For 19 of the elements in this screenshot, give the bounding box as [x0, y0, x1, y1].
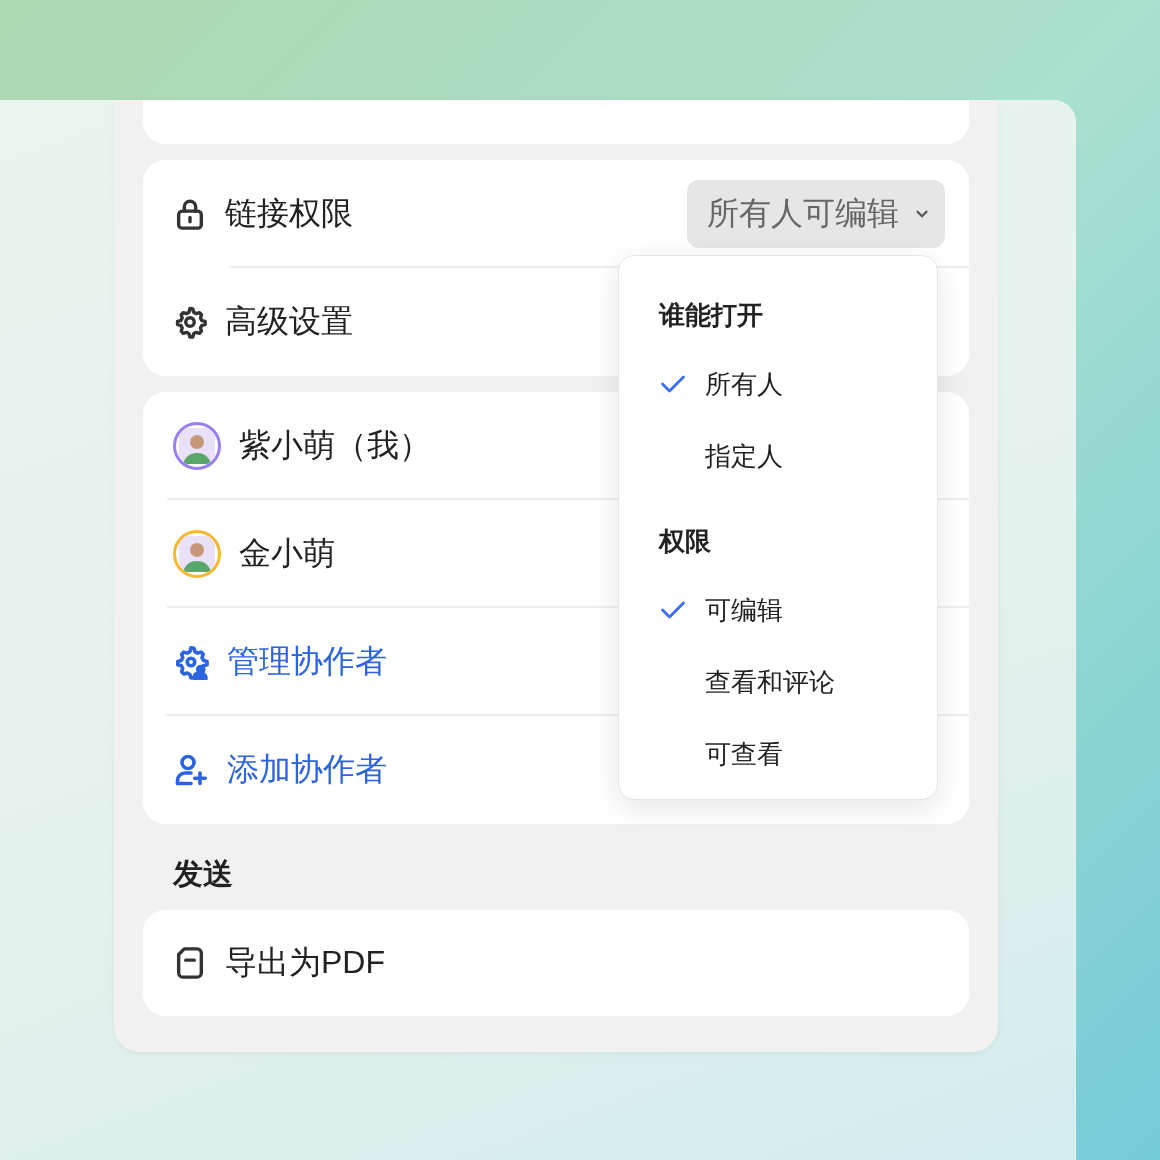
- menu-option[interactable]: 可编辑: [705, 592, 783, 628]
- menu-section-title: 谁能打开: [659, 298, 764, 332]
- collaborator-name: 紫小萌（我）: [239, 426, 431, 465]
- menu-option[interactable]: 可查看: [705, 736, 783, 772]
- row-label: 高级设置: [225, 302, 353, 341]
- section-heading: 发送: [173, 856, 234, 892]
- menu-option[interactable]: 所有人: [705, 366, 783, 402]
- export-option[interactable]: 导出为PDF: [225, 941, 385, 985]
- menu-section-title: 权限: [659, 524, 712, 558]
- menu-option[interactable]: 指定人: [705, 438, 783, 474]
- collaborator-name: 金小萌: [239, 534, 335, 573]
- add-person-icon: [173, 752, 209, 788]
- action-link[interactable]: 管理协作者: [227, 640, 387, 684]
- permission-dropdown[interactable]: 所有人可编辑: [687, 180, 945, 248]
- settings-person-icon: [173, 644, 209, 680]
- settings-icon: [173, 305, 207, 339]
- action-link[interactable]: 添加协作者: [227, 748, 387, 792]
- menu-option[interactable]: 查看和评论: [705, 664, 835, 700]
- row-label: 链接权限: [225, 194, 353, 233]
